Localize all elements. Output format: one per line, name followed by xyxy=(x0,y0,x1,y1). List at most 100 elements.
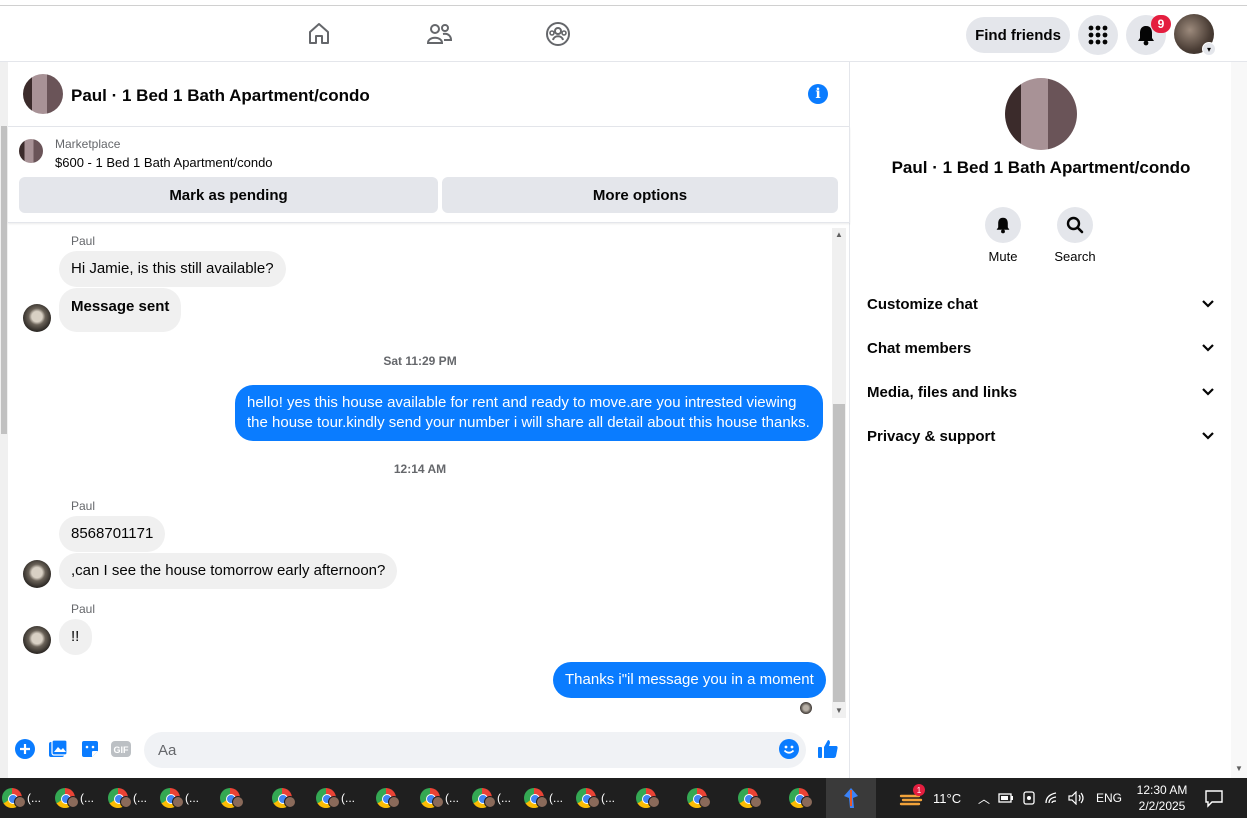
taskbar-chrome-window[interactable]: (... xyxy=(160,784,204,812)
battery-icon[interactable] xyxy=(998,791,1014,805)
profile-avatar[interactable] xyxy=(1005,78,1077,150)
taskbar-app-label: (... xyxy=(497,791,511,805)
taskbar-chrome-window[interactable] xyxy=(636,784,680,812)
weather-alert-badge: 1 xyxy=(913,784,925,796)
scroll-down-arrow-icon[interactable]: ▼ xyxy=(835,706,843,715)
sender-avatar[interactable] xyxy=(23,626,51,654)
weather-icon: 1 xyxy=(899,784,925,808)
sender-avatar[interactable] xyxy=(23,560,51,588)
sticker-icon[interactable] xyxy=(79,738,101,760)
notification-center-icon[interactable] xyxy=(1204,788,1224,813)
taskbar-active-app[interactable] xyxy=(826,778,876,818)
taskbar-chrome-window[interactable] xyxy=(220,784,264,812)
language-indicator[interactable]: ENG xyxy=(1096,791,1122,805)
messages-scrollbar[interactable]: ▲ ▼ xyxy=(832,228,846,718)
taskbar-app-label: (... xyxy=(341,791,355,805)
add-plus-icon[interactable] xyxy=(14,738,36,760)
search-icon[interactable] xyxy=(1057,207,1093,243)
conversation-title[interactable]: Paul · 1 Bed 1 Bath Apartment/condo xyxy=(71,86,370,106)
row-label: Chat members xyxy=(867,339,972,357)
chat-panel: Paul · 1 Bed 1 Bath Apartment/condo i Ma… xyxy=(8,62,850,778)
media-files-links-row[interactable]: Media, files and links xyxy=(867,370,1215,414)
browser-scrollbar[interactable]: ▼ xyxy=(1231,62,1247,778)
taskbar-chrome-window[interactable]: (... xyxy=(55,784,99,812)
timestamp: 12:14 AM xyxy=(393,462,447,476)
chevron-down-icon xyxy=(1202,388,1214,396)
bell-icon[interactable] xyxy=(985,207,1021,243)
customize-chat-row[interactable]: Customize chat xyxy=(867,282,1215,326)
row-label: Customize chat xyxy=(867,295,978,313)
incoming-message[interactable]: Message sent xyxy=(59,288,182,332)
page-scrollbar[interactable] xyxy=(0,62,8,778)
taskbar-chrome-window[interactable] xyxy=(687,784,731,812)
home-icon[interactable] xyxy=(301,16,337,52)
taskbar-chrome-window[interactable]: (... xyxy=(108,784,152,812)
taskbar-chrome-window[interactable] xyxy=(376,784,420,812)
groups-icon[interactable] xyxy=(540,16,576,52)
taskbar-app-label: (... xyxy=(185,791,199,805)
volume-icon[interactable] xyxy=(1068,791,1086,805)
taskbar-chrome-window[interactable]: (... xyxy=(472,784,516,812)
taskbar-app-label: (... xyxy=(133,791,147,805)
mute-action[interactable]: Mute xyxy=(973,207,1033,264)
clock-date: 2/2/2025 xyxy=(1138,799,1186,813)
menu-grid-icon[interactable] xyxy=(1078,15,1118,55)
scrollbar-thumb[interactable] xyxy=(833,404,845,702)
taskbar-chrome-window[interactable]: (... xyxy=(576,784,620,812)
wifi-icon[interactable] xyxy=(1044,791,1060,805)
gif-icon[interactable]: GIF xyxy=(110,738,132,760)
chat-members-row[interactable]: Chat members xyxy=(867,326,1215,370)
scroll-up-arrow-icon[interactable]: ▲ xyxy=(835,230,843,239)
emoji-icon[interactable] xyxy=(778,738,800,760)
weather-widget[interactable]: 1 11°C xyxy=(899,778,961,818)
listing-title[interactable]: $600 - 1 Bed 1 Bath Apartment/condo xyxy=(55,155,273,170)
system-tray-icons[interactable]: ︿ ENG xyxy=(978,778,1122,818)
friends-icon[interactable] xyxy=(421,16,457,52)
taskbar-chrome-window[interactable] xyxy=(272,784,316,812)
taskbar-app-label: (... xyxy=(445,791,459,805)
chevron-down-icon xyxy=(1202,344,1214,352)
taskbar-chrome-window[interactable]: (... xyxy=(2,784,46,812)
taskbar-chrome-window[interactable] xyxy=(738,784,782,812)
sender-name: Paul xyxy=(71,499,96,513)
taskbar-chrome-window[interactable]: (... xyxy=(420,784,464,812)
profile-title: Paul · 1 Bed 1 Bath Apartment/condo xyxy=(891,158,1191,177)
device-icon[interactable] xyxy=(1022,790,1036,806)
thumbs-up-icon[interactable] xyxy=(817,738,839,760)
row-label: Media, files and links xyxy=(867,383,1018,401)
listing-thumbnail[interactable] xyxy=(19,139,43,163)
photo-icon[interactable] xyxy=(47,738,69,760)
privacy-support-row[interactable]: Privacy & support xyxy=(867,414,1215,458)
chevron-up-icon[interactable]: ︿ xyxy=(978,790,990,807)
svg-text:GIF: GIF xyxy=(114,745,130,755)
scroll-down-arrow-icon[interactable]: ▼ xyxy=(1235,764,1243,773)
find-friends-button[interactable]: Find friends xyxy=(966,17,1070,53)
account-avatar[interactable]: ▾ xyxy=(1174,14,1216,56)
row-label: Privacy & support xyxy=(867,427,996,445)
message-composer: GIF xyxy=(8,730,850,770)
temperature: 11°C xyxy=(933,790,962,806)
message-input[interactable] xyxy=(144,732,806,768)
incoming-message[interactable]: !! xyxy=(59,619,92,655)
conversation-avatar[interactable] xyxy=(23,74,63,114)
marketplace-listing-banner: Marketplace $600 - 1 Bed 1 Bath Apartmen… xyxy=(8,127,850,223)
clock-time: 12:30 AM xyxy=(1136,783,1188,797)
outgoing-message[interactable]: hello! yes this house available for rent… xyxy=(235,385,823,441)
app-feather-icon xyxy=(844,788,858,808)
chat-details-panel: Paul · 1 Bed 1 Bath Apartment/condo Mute… xyxy=(851,62,1231,778)
mark-as-pending-button[interactable]: Mark as pending xyxy=(19,177,438,213)
taskbar-chrome-window[interactable]: (... xyxy=(524,784,568,812)
incoming-message[interactable]: Hi Jamie, is this still available? xyxy=(59,251,286,287)
clock[interactable]: 12:30 AM 2/2/2025 xyxy=(1131,782,1193,814)
incoming-message[interactable]: 8568701171 xyxy=(59,516,166,552)
more-options-button[interactable]: More options xyxy=(442,177,838,213)
scrollbar-thumb[interactable] xyxy=(1,126,7,434)
search-action[interactable]: Search xyxy=(1045,207,1105,264)
incoming-message[interactable]: ,can I see the house tomorrow early afte… xyxy=(59,553,398,589)
sender-avatar[interactable] xyxy=(23,304,51,332)
top-navigation-bar: Find friends 9 ▾ xyxy=(0,6,1247,62)
outgoing-message[interactable]: Thanks i"il message you in a moment xyxy=(553,662,826,698)
info-icon[interactable]: i xyxy=(808,84,828,104)
taskbar-app-label: (... xyxy=(601,791,615,805)
taskbar-chrome-window[interactable]: (... xyxy=(316,784,360,812)
